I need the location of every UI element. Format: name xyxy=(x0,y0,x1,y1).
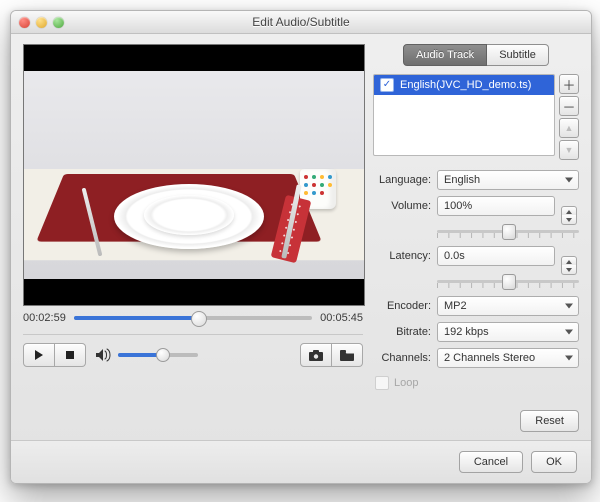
latency-slider-knob[interactable] xyxy=(502,274,516,290)
language-select[interactable]: English xyxy=(437,170,579,190)
label-encoder: Encoder: xyxy=(373,300,431,312)
label-volume: Volume: xyxy=(373,200,431,212)
system-volume-knob[interactable] xyxy=(156,348,170,362)
label-bitrate: Bitrate: xyxy=(373,326,431,338)
list-item[interactable]: ✓ English(JVC_HD_demo.ts) xyxy=(374,75,554,95)
reset-button[interactable]: Reset xyxy=(520,410,579,432)
system-volume-slider[interactable] xyxy=(118,353,198,357)
volume-slider[interactable] xyxy=(437,222,579,240)
volume-input[interactable]: 100% xyxy=(437,196,555,216)
minimize-window-button[interactable] xyxy=(36,17,47,28)
chevron-up-icon: ▲ xyxy=(565,123,574,133)
track-checkbox[interactable]: ✓ xyxy=(380,78,394,92)
tabs: Audio Track Subtitle xyxy=(373,44,579,66)
label-latency: Latency: xyxy=(373,250,431,262)
playback-slider-fill xyxy=(74,316,198,320)
camera-icon xyxy=(309,350,323,361)
playback-current-time: 00:02:59 xyxy=(23,312,66,324)
remove-track-button[interactable]: － xyxy=(559,96,579,116)
stop-icon xyxy=(66,351,74,359)
encoder-select[interactable]: MP2 xyxy=(437,296,579,316)
ok-button[interactable]: OK xyxy=(531,451,577,473)
snapshot-button[interactable] xyxy=(300,343,332,367)
titlebar: Edit Audio/Subtitle xyxy=(11,11,591,34)
channels-select[interactable]: 2 Channels Stereo xyxy=(437,348,579,368)
volume-icon xyxy=(96,348,112,362)
video-preview[interactable] xyxy=(23,44,365,306)
play-button[interactable] xyxy=(23,343,55,367)
open-folder-button[interactable] xyxy=(332,343,363,367)
bitrate-select[interactable]: 192 kbps xyxy=(437,322,579,342)
cancel-button[interactable]: Cancel xyxy=(459,451,523,473)
window-title: Edit Audio/Subtitle xyxy=(11,15,591,29)
checkbox-icon xyxy=(375,376,389,390)
dialog-footer: Cancel OK xyxy=(11,440,591,483)
track-label: English(JVC_HD_demo.ts) xyxy=(400,79,531,91)
plus-icon: ＋ xyxy=(562,75,575,94)
tab-subtitle[interactable]: Subtitle xyxy=(487,44,549,66)
minus-icon: － xyxy=(562,97,575,116)
tab-audio-track[interactable]: Audio Track xyxy=(403,44,487,66)
loop-checkbox[interactable]: Loop xyxy=(375,376,579,390)
close-window-button[interactable] xyxy=(19,17,30,28)
playback-slider-knob[interactable] xyxy=(191,311,207,327)
window: Edit Audio/Subtitle 00:02:59 xyxy=(10,10,592,484)
move-up-button[interactable]: ▲ xyxy=(559,118,579,138)
label-language: Language: xyxy=(373,174,431,186)
audio-track-list[interactable]: ✓ English(JVC_HD_demo.ts) xyxy=(373,74,555,156)
play-icon xyxy=(35,350,43,360)
loop-label: Loop xyxy=(394,377,418,389)
playback-slider[interactable] xyxy=(74,316,312,320)
chevron-down-icon: ▼ xyxy=(565,145,574,155)
add-track-button[interactable]: ＋ xyxy=(559,74,579,94)
volume-slider-knob[interactable] xyxy=(502,224,516,240)
zoom-window-button[interactable] xyxy=(53,17,64,28)
latency-slider[interactable] xyxy=(437,272,579,290)
playback-total-time: 00:05:45 xyxy=(320,312,363,324)
latency-input[interactable]: 0.0s xyxy=(437,246,555,266)
label-channels: Channels: xyxy=(373,352,431,364)
folder-icon xyxy=(340,350,354,361)
move-down-button[interactable]: ▼ xyxy=(559,140,579,160)
stop-button[interactable] xyxy=(55,343,86,367)
